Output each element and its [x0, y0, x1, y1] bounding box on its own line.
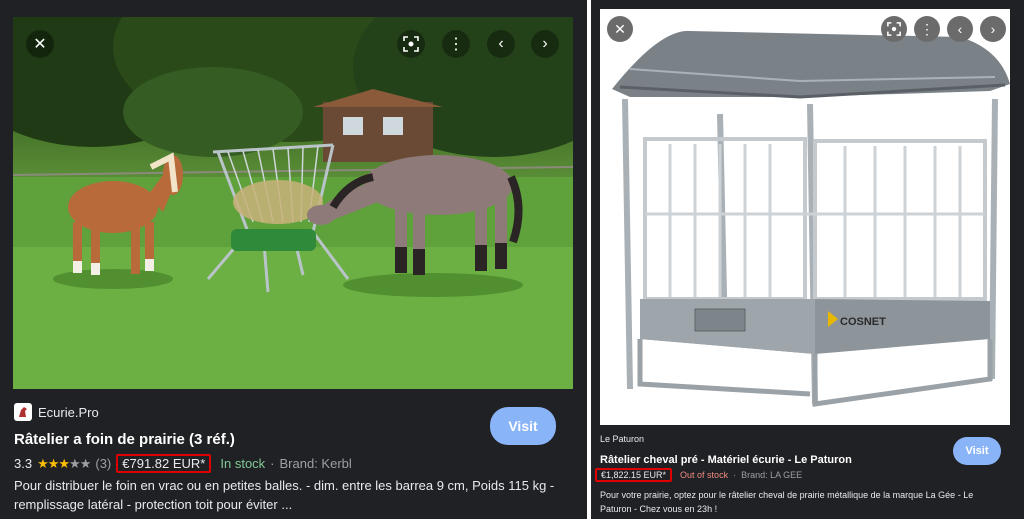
product-title[interactable]: Râtelier a foin de prairie (3 réf.): [14, 431, 235, 448]
chevron-left-icon[interactable]: ‹: [947, 16, 973, 42]
description-line-1: Pour distribuer le foin en vrac ou en pe…: [14, 478, 555, 493]
chevron-right-icon[interactable]: ›: [531, 30, 559, 58]
rating-value: 3.3: [14, 456, 33, 471]
lens-icon[interactable]: [881, 16, 907, 42]
horse-logo-icon: [19, 407, 27, 417]
rating-stars: ★★★★★: [37, 455, 91, 471]
site-favicon: [14, 403, 32, 421]
source-row[interactable]: Ecurie.Pro: [14, 403, 99, 421]
description-line-2: remplissage latéral - protection toit po…: [14, 497, 293, 512]
brand: Brand: LA GEE: [741, 470, 803, 480]
horses-scene: [13, 17, 573, 389]
chevron-left-icon[interactable]: ‹: [487, 30, 515, 58]
stock-status: Out of stock: [680, 470, 729, 480]
source-name[interactable]: Le Paturon: [600, 434, 644, 444]
source-name: Ecurie.Pro: [38, 404, 99, 420]
price-highlighted: €791.82 EUR*: [116, 454, 212, 473]
brand: Brand: Kerbl: [279, 456, 352, 471]
more-vert-icon[interactable]: ⋮: [442, 30, 470, 58]
stock-status: In stock: [220, 456, 266, 471]
close-icon[interactable]: ✕: [607, 16, 633, 42]
chevron-right-icon[interactable]: ›: [980, 16, 1006, 42]
description-line-1: Pour votre prairie, optez pour le râteli…: [600, 490, 974, 500]
lens-icon-glyph: [403, 36, 419, 52]
rating-price-row: 3.3 ★★★★★ (3) €791.82 EUR* In stock · Br…: [14, 454, 352, 473]
visit-button[interactable]: Visit: [490, 407, 556, 445]
product-logo-text: COSNET: [840, 316, 886, 328]
product-title[interactable]: Râtelier cheval pré - Matériel écurie - …: [600, 454, 852, 466]
product-image-hay-rack[interactable]: COSNET: [600, 9, 1010, 425]
price-stock-row: €1,822.15 EUR* Out of stock · Brand: LA …: [595, 468, 802, 482]
right-result-panel: COSNET ✕ ⋮ ‹ › Le Paturon Râtelier cheva…: [591, 0, 1024, 519]
close-icon[interactable]: ✕: [26, 30, 54, 58]
left-result-panel: ✕ ⋮ ‹ › Ecurie.Pro Râtelier a foin de pr…: [0, 0, 587, 519]
separator: ·: [733, 470, 737, 480]
product-description: Pour distribuer le foin en vrac ou en pe…: [14, 476, 579, 514]
visit-button[interactable]: Visit: [953, 437, 1001, 465]
separator: ·: [270, 456, 275, 471]
product-description: Pour votre prairie, optez pour le râteli…: [600, 488, 1020, 516]
hay-rack-drawing: COSNET: [612, 30, 1010, 407]
more-vert-icon[interactable]: ⋮: [914, 16, 940, 42]
lens-icon[interactable]: [397, 30, 425, 58]
product-image-horses-hay-feeder[interactable]: [13, 17, 573, 389]
price-highlighted: €1,822.15 EUR*: [595, 468, 673, 482]
rating-count: (3): [95, 456, 112, 471]
description-line-2: Paturon - Chez vous en 23h !: [600, 504, 718, 514]
lens-icon-glyph: [887, 22, 901, 36]
